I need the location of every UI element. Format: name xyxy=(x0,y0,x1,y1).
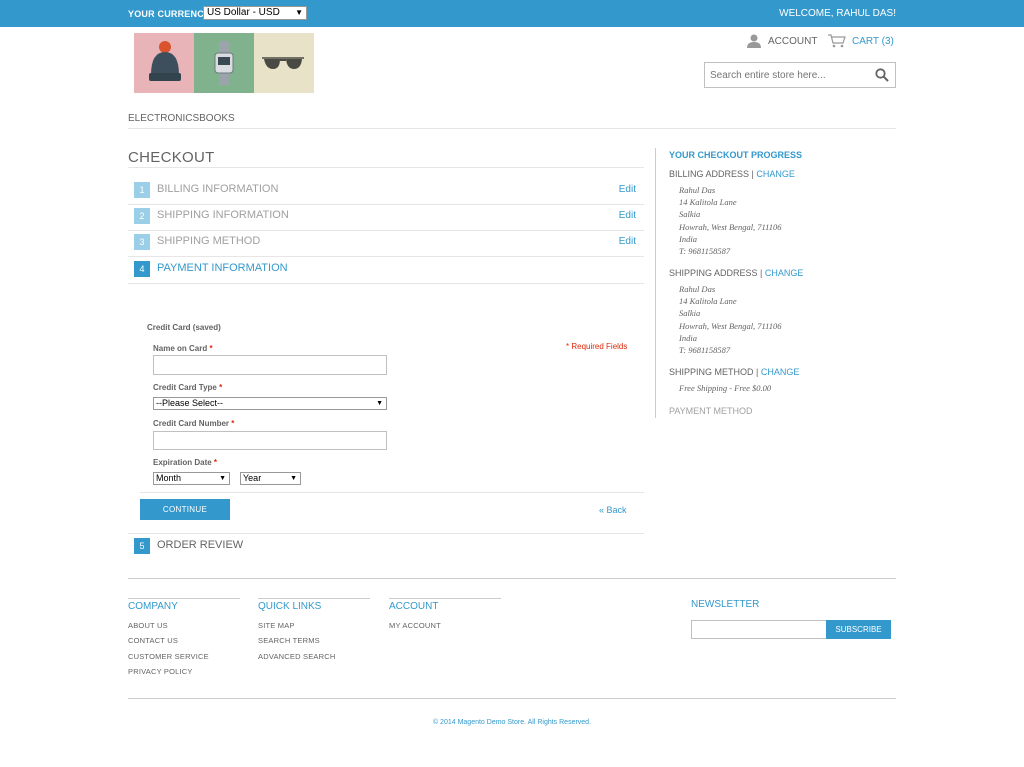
billing-address-heading: BILLING ADDRESS | CHANGE xyxy=(669,169,795,179)
cart-link[interactable]: CART (3) xyxy=(828,34,894,48)
name-on-card-input[interactable] xyxy=(153,355,387,375)
divider xyxy=(128,128,896,129)
billing-address: Rahul Das 14 Kalitola Lane Salkia Howrah… xyxy=(679,185,782,257)
shipping-address: Rahul Das 14 Kalitola Lane Salkia Howrah… xyxy=(679,284,782,356)
required-fields-note: * Required Fields xyxy=(566,342,628,351)
newsletter-title: NEWSLETTER xyxy=(691,599,760,610)
sunglasses-icon xyxy=(254,33,314,93)
step-label: BILLING INFORMATION xyxy=(157,183,279,195)
shipping-method-value: Free Shipping - Free $0.00 xyxy=(679,383,772,393)
step-payment: 4 PAYMENT INFORMATION xyxy=(134,257,644,283)
edit-shipping-method-link[interactable]: Edit xyxy=(619,236,636,247)
step-number: 5 xyxy=(134,538,150,554)
step-number: 2 xyxy=(134,208,150,224)
account-label: ACCOUNT xyxy=(768,35,818,47)
shipping-address-heading: SHIPPING ADDRESS | CHANGE xyxy=(669,268,804,278)
watch-icon xyxy=(194,33,254,93)
footer-quick-links-title: QUICK LINKS xyxy=(258,601,322,612)
step-label: ORDER REVIEW xyxy=(157,539,244,551)
page-title: CHECKOUT xyxy=(128,149,215,166)
edit-billing-link[interactable]: Edit xyxy=(619,184,636,195)
divider xyxy=(128,283,644,284)
cart-label: CART (3) xyxy=(852,35,894,47)
footer-link[interactable]: ADVANCED SEARCH xyxy=(258,652,335,661)
step-label: SHIPPING METHOD xyxy=(157,235,261,247)
footer-link[interactable]: ABOUT US xyxy=(128,621,168,630)
exp-year-value: Year xyxy=(243,473,262,483)
card-type-select[interactable]: --Please Select-- ▼ xyxy=(153,397,387,410)
cart-icon xyxy=(828,34,846,48)
currency-label: YOUR CURRENCY: xyxy=(128,9,213,19)
footer-link[interactable]: SEARCH TERMS xyxy=(258,636,320,645)
footer-link[interactable]: CONTACT US xyxy=(128,636,178,645)
divider xyxy=(140,492,644,493)
search-input[interactable] xyxy=(705,63,865,87)
dropdown-arrow-icon: ▼ xyxy=(376,400,383,407)
welcome-message: WELCOME, RAHUL DAS! xyxy=(779,8,896,19)
change-billing-link[interactable]: CHANGE xyxy=(756,169,795,179)
card-type-label: Credit Card Type * xyxy=(153,383,223,392)
footer-account-title: ACCOUNT xyxy=(389,601,439,612)
step-label: PAYMENT INFORMATION xyxy=(157,262,288,274)
payment-method-label: Credit Card (saved) xyxy=(147,323,221,332)
account-link[interactable]: ACCOUNT xyxy=(746,34,817,48)
user-icon xyxy=(747,34,761,48)
divider xyxy=(128,698,896,699)
divider xyxy=(128,167,644,168)
dropdown-arrow-icon: ▼ xyxy=(290,475,297,482)
card-number-label: Credit Card Number * xyxy=(153,419,235,428)
edit-shipping-link[interactable]: Edit xyxy=(619,210,636,221)
dropdown-arrow-icon: ▼ xyxy=(219,475,226,482)
expiration-label: Expiration Date * xyxy=(153,458,218,467)
category-nav[interactable]: ELECTRONICSBOOKS xyxy=(128,113,235,124)
exp-month-select[interactable]: Month ▼ xyxy=(153,472,230,485)
divider xyxy=(128,578,896,579)
change-method-link[interactable]: CHANGE xyxy=(761,367,800,377)
exp-year-select[interactable]: Year ▼ xyxy=(240,472,301,485)
divider xyxy=(128,598,240,599)
change-shipping-link[interactable]: CHANGE xyxy=(765,268,804,278)
footer-link[interactable]: MY ACCOUNT xyxy=(389,621,441,630)
divider xyxy=(389,598,501,599)
footer-link[interactable]: PRIVACY POLICY xyxy=(128,667,193,676)
newsletter-email-input[interactable] xyxy=(691,620,827,639)
payment-method-heading: PAYMENT METHOD xyxy=(669,406,753,416)
card-type-value: --Please Select-- xyxy=(156,398,224,408)
name-on-card-label: Name on Card * xyxy=(153,344,213,353)
progress-title: YOUR CHECKOUT PROGRESS xyxy=(669,150,803,160)
step-billing[interactable]: 1 BILLING INFORMATION Edit xyxy=(134,178,644,204)
continue-button[interactable]: CONTINUE xyxy=(140,499,230,520)
step-order-review: 5 ORDER REVIEW xyxy=(134,534,644,560)
footer-link[interactable]: SITE MAP xyxy=(258,621,295,630)
subscribe-button[interactable]: SUBSCRIBE xyxy=(826,620,891,639)
currency-value: US Dollar - USD xyxy=(207,7,280,18)
step-shipping-method[interactable]: 3 SHIPPING METHOD Edit xyxy=(134,230,644,256)
beanie-icon xyxy=(134,33,194,93)
search-icon[interactable] xyxy=(875,68,889,82)
step-number: 3 xyxy=(134,234,150,250)
footer-link[interactable]: CUSTOMER SERVICE xyxy=(128,652,209,661)
footer-company-title: COMPANY xyxy=(128,601,178,612)
search-box xyxy=(704,62,896,88)
currency-select[interactable]: US Dollar - USD ▼ xyxy=(203,6,307,20)
back-link[interactable]: « Back xyxy=(599,505,627,515)
store-logo[interactable] xyxy=(134,33,314,93)
dropdown-arrow-icon: ▼ xyxy=(295,8,303,17)
copyright: © 2014 Magento Demo Store. All Rights Re… xyxy=(432,719,592,726)
step-label: SHIPPING INFORMATION xyxy=(157,209,289,221)
step-number: 1 xyxy=(134,182,150,198)
exp-month-value: Month xyxy=(156,473,182,483)
step-shipping[interactable]: 2 SHIPPING INFORMATION Edit xyxy=(134,204,644,230)
step-number: 4 xyxy=(134,261,150,277)
divider xyxy=(258,598,370,599)
shipping-method-heading: SHIPPING METHOD | CHANGE xyxy=(669,367,800,377)
card-number-input[interactable] xyxy=(153,431,387,450)
